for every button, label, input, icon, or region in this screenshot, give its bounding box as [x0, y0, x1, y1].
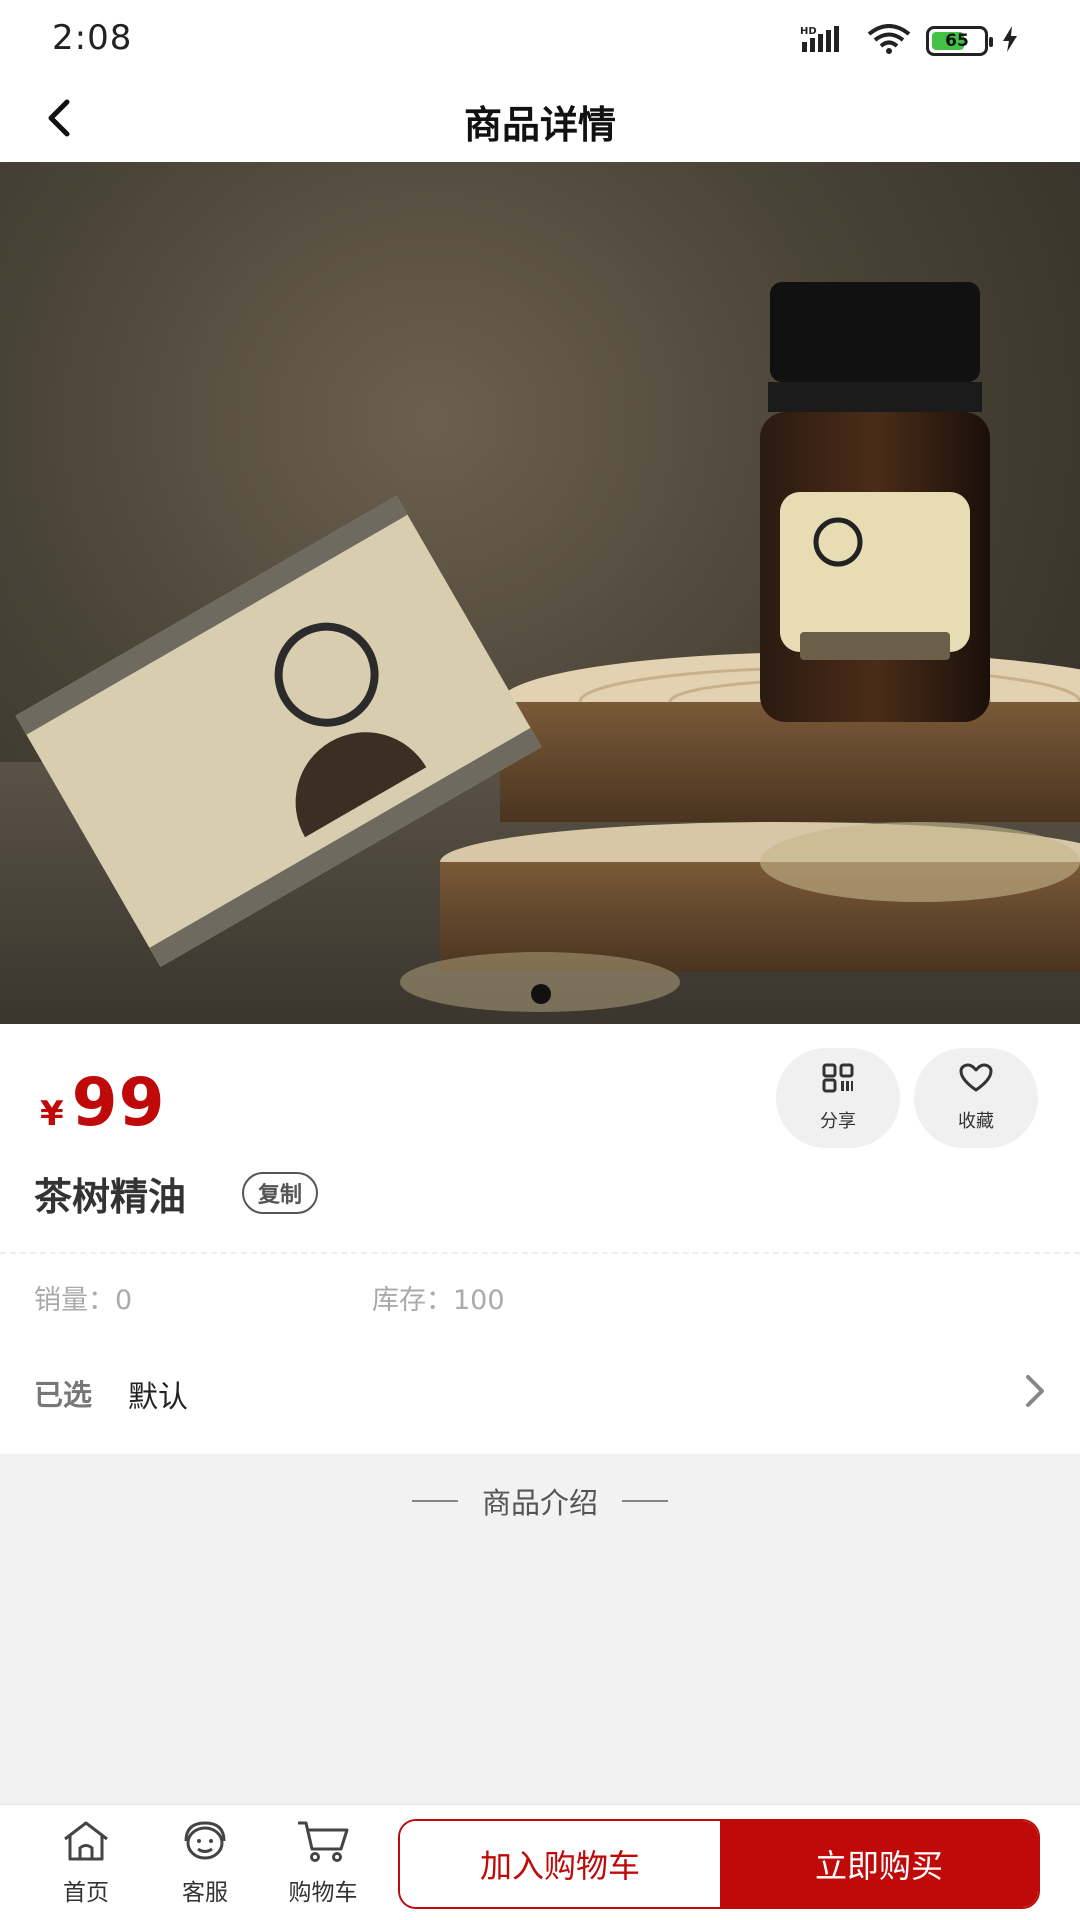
- currency-symbol: ¥: [40, 1094, 64, 1134]
- selected-label: 已选: [34, 1378, 93, 1412]
- tab-service-label: 客服: [182, 1880, 228, 1906]
- copy-button[interactable]: 复制: [242, 1172, 319, 1214]
- share-label: 分享: [820, 1111, 856, 1132]
- bottom-action-bar: 首页 客服 购物车 加入购物车 立即购买: [0, 1804, 1080, 1920]
- share-button[interactable]: 分享: [776, 1048, 900, 1148]
- price-value: 99: [71, 1064, 166, 1141]
- customer-service-icon: [180, 1819, 230, 1867]
- tab-cart[interactable]: 购物车: [273, 1819, 373, 1907]
- svg-text:HD: HD: [800, 26, 817, 37]
- heart-icon: [959, 1063, 993, 1097]
- favorite-button[interactable]: 收藏: [914, 1048, 1038, 1148]
- stock-count: 库存：100: [372, 1285, 505, 1316]
- home-icon: [61, 1819, 111, 1867]
- tab-customer-service[interactable]: 客服: [155, 1819, 255, 1907]
- tab-home-label: 首页: [63, 1880, 109, 1906]
- qr-code-icon: [821, 1063, 855, 1097]
- favorite-label: 收藏: [958, 1111, 994, 1132]
- buy-now-button[interactable]: 立即购买: [720, 1821, 1038, 1907]
- product-image-carousel[interactable]: [0, 162, 1080, 1024]
- status-icons: HD 65: [800, 24, 1018, 58]
- purchase-buttons: 加入购物车 立即购买: [398, 1819, 1040, 1909]
- cart-icon: [295, 1819, 351, 1867]
- selected-value: 默认: [128, 1380, 188, 1415]
- sales-count: 销量：0: [34, 1285, 133, 1316]
- battery-icon: 65: [926, 26, 993, 56]
- product-intro-section: 商品介绍: [0, 1454, 1080, 1804]
- tab-cart-label: 购物车: [288, 1880, 358, 1906]
- product-price: ¥ 99: [40, 1064, 166, 1141]
- spec-selector-row[interactable]: 已选 默认: [0, 1334, 1080, 1454]
- status-bar: 2:08 HD 65: [0, 0, 1080, 80]
- wifi-icon: [866, 24, 912, 58]
- product-info: ¥ 99 分享 收藏 茶树精油 复制: [0, 1024, 1080, 1254]
- chevron-right-icon: [1024, 1374, 1046, 1412]
- intro-line-left: [411, 1500, 458, 1502]
- status-time: 2:08: [52, 18, 133, 58]
- product-name: 茶树精油: [34, 1175, 187, 1219]
- hd-signal-icon: HD: [800, 24, 852, 58]
- product-stats: 销量：0 库存：100: [0, 1254, 1080, 1334]
- product-photo: [0, 282, 1080, 1024]
- tab-home[interactable]: 首页: [36, 1819, 136, 1907]
- carousel-dot-active[interactable]: [531, 984, 551, 1004]
- intro-title: 商品介绍: [481, 1486, 598, 1520]
- intro-line-right: [622, 1500, 668, 1502]
- page-title: 商品详情: [463, 103, 616, 147]
- charging-icon: [1002, 26, 1018, 56]
- intro-heading: 商品介绍: [0, 1480, 1080, 1522]
- battery-level: 65: [945, 31, 969, 51]
- add-to-cart-button[interactable]: 加入购物车: [400, 1821, 720, 1907]
- app-header: 商品详情: [0, 80, 1080, 162]
